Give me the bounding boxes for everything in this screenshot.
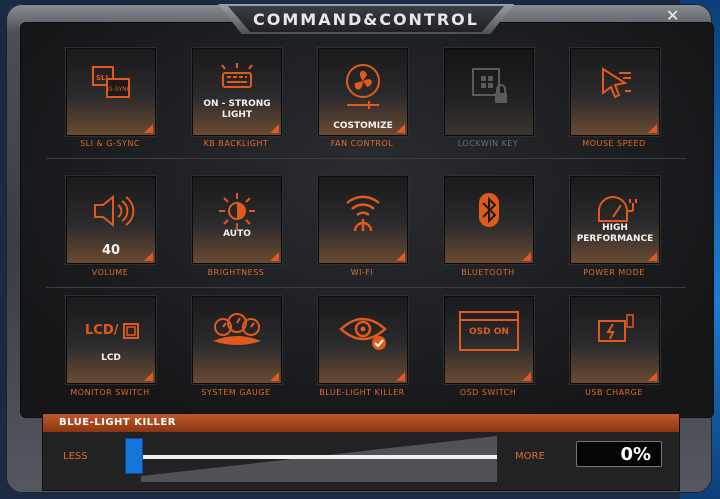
tile-corner-indicator [648,372,657,381]
tile-sli-gsync[interactable]: SLI G-SYNC [66,48,156,136]
eye-icon [339,317,387,350]
tile-corner-indicator [648,252,657,261]
tile-state: COSTOMIZE [333,121,393,131]
tile-state: ON - STRONG LIGHT [203,99,271,120]
tile-label: FAN CONTROL [330,139,394,148]
tile-label: BLUETOOTH [461,268,515,277]
tile-corner-indicator [396,372,405,381]
tile-corner-indicator [396,252,405,261]
row-divider [46,287,686,288]
tile-label: BRIGHTNESS [207,268,265,277]
osd-icon-bar [461,313,517,321]
row-divider [46,158,686,159]
mouse-cursor-icon [602,67,631,99]
wifi-icon [346,195,380,232]
sun-icon [219,193,255,229]
keyboard-backlight-icon [221,63,253,88]
osd-icon-text: OSD ON [469,327,509,337]
panel-title: BLUE-LIGHT KILLER [43,414,679,432]
tile-label: OSD SWITCH [459,388,517,397]
tile-state: AUTO [223,229,251,239]
svg-text:G-SYNC: G-SYNC [108,86,131,93]
gauges-icon [213,313,261,345]
tile-volume[interactable]: 40 [66,176,156,264]
tile-label: MOUSE SPEED [582,139,646,148]
osd-icon: OSD ON [459,311,519,351]
tile-corner-indicator [270,372,279,381]
tile-corner-indicator [270,252,279,261]
tile-corner-indicator [270,124,279,133]
sli-gsync-icon: SLI G-SYNC [92,66,131,98]
tile-usb-charge[interactable] [570,296,660,384]
tile-bluetooth[interactable] [444,176,534,264]
window-title: COMMAND&CONTROL [228,6,504,32]
tile-label: KB BACKLIGHT [203,139,269,148]
tile-corner-indicator [648,124,657,133]
tile-corner-indicator [144,372,153,381]
blue-light-panel: BLUE-LIGHT KILLER LESS MORE 0% [42,413,680,491]
slider-track[interactable] [141,455,497,459]
tile-power-mode[interactable]: HIGH PERFORMANCE [570,176,660,264]
tile-corner-indicator [522,252,531,261]
usb-charge-icon [598,314,634,342]
tile-corner-indicator [144,124,153,133]
tile-label: SYSTEM GAUGE [201,388,271,397]
close-button[interactable]: ✕ [666,6,679,25]
tile-lockwin-key[interactable] [444,48,534,136]
tile-label: MONITOR SWITCH [70,388,150,397]
tile-corner-indicator [144,252,153,261]
tile-corner-indicator [396,124,405,133]
tile-label: BLUE-LIGHT KILLER [319,388,405,397]
tile-brightness[interactable]: AUTO [192,176,282,264]
tile-osd-switch[interactable]: OSD ON [444,296,534,384]
slider-ramp [141,436,497,482]
speaker-icon [94,194,135,228]
tile-monitor-switch[interactable]: LCD/ LCD [66,296,156,384]
bluetooth-icon [479,193,499,227]
tile-corner-indicator [522,372,531,381]
tile-label: LOCKWIN KEY [457,139,519,148]
tile-state: 40 [101,243,121,258]
fan-icon [346,64,380,109]
tile-label: POWER MODE [583,268,645,277]
tile-wifi[interactable] [318,176,408,264]
tile-state: LCD [101,353,121,363]
tile-kb-backlight[interactable]: ON - STRONG LIGHT [192,48,282,136]
monitor-switch-icon-text: LCD/ [85,323,119,338]
tile-fan-control[interactable]: COSTOMIZE [318,48,408,136]
less-label: LESS [63,451,88,462]
tile-label: VOLUME [91,268,129,277]
tile-state: HIGH PERFORMANCE [576,223,654,244]
tile-label: USB CHARGE [585,388,643,397]
tile-system-gauge[interactable] [192,296,282,384]
power-gauge-icon [598,196,637,222]
lockwin-icon [472,68,507,103]
more-label: MORE [515,451,545,462]
slider-thumb[interactable] [125,438,143,474]
tile-blue-light-killer[interactable] [318,296,408,384]
percent-readout: 0% [576,441,662,467]
tile-mouse-speed[interactable] [570,48,660,136]
monitor-switch-icon [123,323,139,339]
tile-label: WI-FI [350,268,374,277]
tile-label: SLI & G-SYNC [80,139,140,148]
